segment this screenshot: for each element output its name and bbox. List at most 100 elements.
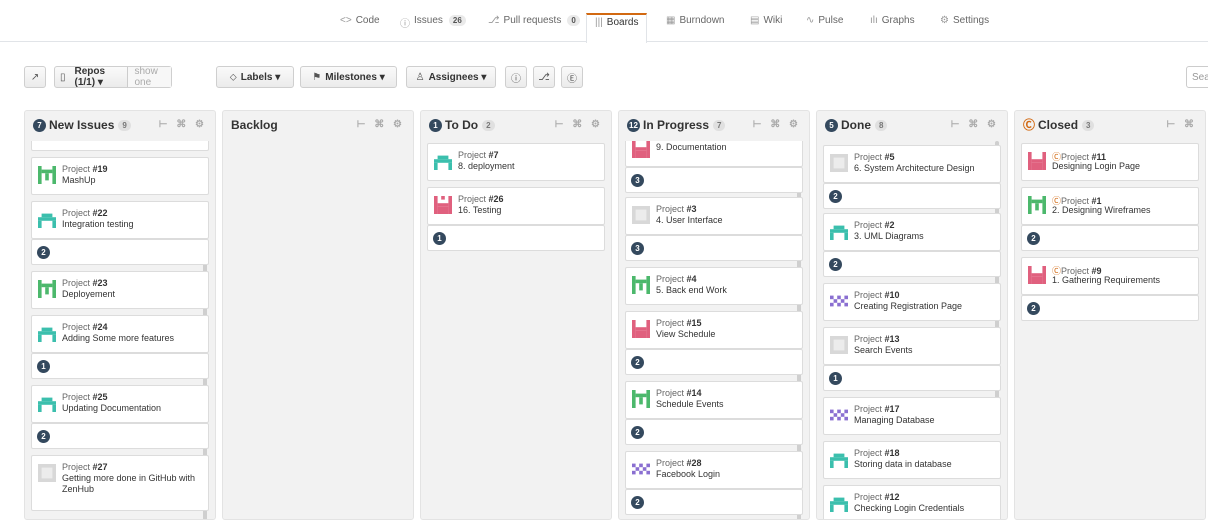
card-project: Project #25	[62, 392, 108, 402]
estimate-row[interactable]: 2	[31, 239, 209, 265]
issue-card[interactable]: Project #13 Search Events	[823, 327, 1001, 365]
column-tools-icon[interactable]: ⊢ ⌘ ⚙	[753, 119, 801, 130]
avatar	[632, 390, 650, 408]
issue-card[interactable]: Project #14 Schedule Events	[625, 381, 803, 419]
column-tools-icon[interactable]: ⊢ ⌘ ⚙	[357, 119, 405, 130]
column-points: 1	[429, 118, 442, 132]
estimate-row[interactable]: 3	[625, 167, 803, 193]
issue-card[interactable]: ⒸProject #9 1. Gathering Requirements	[1021, 257, 1199, 295]
column-count: 8	[875, 119, 888, 131]
pr-filter-button[interactable]: ⎇	[533, 66, 555, 88]
estimate-row[interactable]: 1	[823, 365, 1001, 391]
tab-burndown[interactable]: ▦ Burndown	[666, 15, 724, 43]
column-done: 5 Done 8 ⊢ ⌘ ⚙ Project #5 6. System Arch…	[816, 110, 1008, 520]
tab-wiki[interactable]: ▤ Wiki	[750, 15, 782, 43]
column-tools-icon[interactable]: ⊢ ⌘ ⚙	[159, 119, 207, 130]
issue-card[interactable]: Project #3 4. User Interface	[625, 197, 803, 235]
issue-card[interactable]: Project #23 Deployement	[31, 271, 209, 309]
card-title: 9. Documentation	[656, 142, 727, 152]
tab-boards[interactable]: ||| Boards	[586, 13, 648, 43]
card-title: 6. System Architecture Design	[854, 163, 975, 173]
issue-card[interactable]: Project #5 6. System Architecture Design	[823, 145, 1001, 183]
issue-card[interactable]: Project #25 Updating Documentation	[31, 385, 209, 423]
card-project: Project #23	[62, 278, 108, 288]
epic-filter-button[interactable]: Ⓔ	[561, 66, 583, 88]
issue-card[interactable]: Project #24 Adding Some more features	[31, 315, 209, 353]
search-input[interactable]: Sea	[1186, 66, 1208, 88]
tab-graphs[interactable]: ılı Graphs	[870, 15, 915, 43]
issue-card[interactable]: ⒸProject #11 Designing Login Page	[1021, 143, 1199, 181]
estimate-row[interactable]: 2	[31, 423, 209, 449]
tab-pulse[interactable]: ∿ Pulse	[806, 15, 843, 43]
card-project: Project #14	[656, 388, 702, 398]
estimate-row[interactable]: 3	[625, 235, 803, 261]
estimate-row[interactable]: 2	[625, 489, 803, 515]
issue-card[interactable]: Project #10 Creating Registration Page	[823, 283, 1001, 321]
assignees-button[interactable]: ♙ Assignees ▾	[406, 66, 496, 88]
column-tools-icon[interactable]: ⊢ ⌘ ⚙	[951, 119, 999, 130]
issue-card[interactable]: Project #18 Storing data in database	[823, 441, 1001, 479]
card-title: Getting more done in GitHub with ZenHub	[62, 473, 196, 494]
issue-card[interactable]: Project #17 Managing Database	[823, 397, 1001, 435]
card-project: Project #15	[656, 318, 702, 328]
estimate-badge: 2	[631, 496, 644, 509]
card-title: Storing data in database	[854, 459, 952, 469]
avatar	[632, 141, 650, 158]
expand-button[interactable]: ↗	[24, 66, 46, 88]
estimate-row[interactable]: 2	[1021, 225, 1199, 251]
card-title: Integration testing	[62, 219, 134, 229]
card-title: Adding Some more features	[62, 333, 175, 343]
card-title: MashUp	[62, 175, 96, 185]
milestones-button[interactable]: ⚑ Milestones ▾	[300, 66, 397, 88]
estimate-badge: 2	[829, 258, 842, 271]
milestones-label: Milestones ▾	[325, 71, 385, 83]
column-count: 7	[713, 119, 726, 131]
tab-issues[interactable]: ⓘ Issues 26	[400, 15, 466, 43]
issue-card[interactable]: 9. Documentation	[625, 141, 803, 167]
estimate-row[interactable]: 2	[823, 183, 1001, 209]
estimate-row[interactable]: 1	[427, 225, 605, 251]
column-points: 7	[33, 118, 46, 132]
estimate-badge: 1	[37, 360, 50, 373]
issue-filter-button[interactable]: ⓘ	[505, 66, 527, 88]
card-project: Project #24	[62, 322, 108, 332]
milestone-icon: ⚑	[312, 71, 322, 83]
repos-button[interactable]: ▯ Repos (1/1) ▾ show one	[54, 66, 172, 88]
tab-count: 0	[567, 15, 580, 26]
column-tools-icon[interactable]: ⊢ ⌘	[1167, 119, 1198, 130]
estimate-badge: 2	[631, 356, 644, 369]
column-tools-icon[interactable]: ⊢ ⌘ ⚙	[555, 119, 603, 130]
issue-card[interactable]: Project #22 Integration testing	[31, 201, 209, 239]
issue-card[interactable]: Project #2 3. UML Diagrams	[823, 213, 1001, 251]
issue-card[interactable]	[31, 141, 209, 151]
show-one-button[interactable]: show one	[127, 66, 171, 88]
avatar	[830, 406, 848, 424]
tab-settings[interactable]: ⚙ Settings	[940, 15, 989, 43]
pull-request-icon: ⎇	[538, 71, 550, 83]
issue-card[interactable]: Project #26 16. Testing	[427, 187, 605, 225]
estimate-row[interactable]: 2	[823, 251, 1001, 277]
column-title: New Issues	[49, 118, 115, 132]
issue-card[interactable]: Project #27 Getting more done in GitHub …	[31, 455, 209, 511]
tab-code[interactable]: <> Code	[340, 15, 380, 43]
issue-card[interactable]: ⒸProject #1 2. Designing Wireframes	[1021, 187, 1199, 225]
issue-card[interactable]: Project #4 5. Back end Work	[625, 267, 803, 305]
issue-card[interactable]: Project #28 Facebook Login	[625, 451, 803, 489]
card-project: Project #7	[458, 150, 499, 160]
issue-card[interactable]: Project #12 Checking Login Credentials	[823, 485, 1001, 519]
issue-card[interactable]: Project #19 MashUp	[31, 157, 209, 195]
column-header: 1 To Do 2 ⊢ ⌘ ⚙	[421, 111, 611, 139]
expand-icon: ↗	[30, 71, 40, 83]
column-closed: Ⓒ Closed 3 ⊢ ⌘ ⒸProject #11 Designing Lo…	[1014, 110, 1206, 520]
issue-card[interactable]: Project #15 View Schedule	[625, 311, 803, 349]
issue-card[interactable]: Project #7 8. deployment	[427, 143, 605, 181]
estimate-row[interactable]: 2	[1021, 295, 1199, 321]
estimate-row[interactable]: 2	[625, 349, 803, 375]
labels-button[interactable]: ⬦ Labels ▾	[216, 66, 294, 88]
estimate-row[interactable]: 2	[625, 419, 803, 445]
estimate-row[interactable]: 1	[31, 353, 209, 379]
assignees-label: Assignees ▾	[428, 71, 487, 83]
tab-pull-requests[interactable]: ⎇ Pull requests 0	[488, 15, 580, 43]
column-header: 7 New Issues 9 ⊢ ⌘ ⚙	[25, 111, 215, 139]
tab-label: Code	[355, 15, 380, 26]
